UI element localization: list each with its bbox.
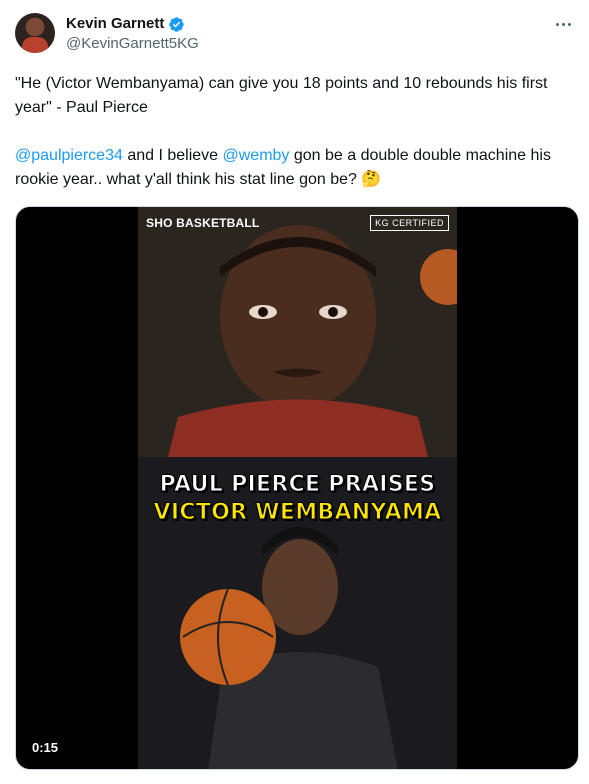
avatar[interactable] xyxy=(15,13,55,53)
video-headline-line1: PAUL PIERCE PRAISES xyxy=(159,472,436,498)
network-label: SHO BASKETBALL xyxy=(146,216,260,230)
author-handle[interactable]: @KevinGarnett5KG xyxy=(66,34,199,54)
tweet: Kevin Garnett @KevinGarnett5KG "He (Vict… xyxy=(0,0,589,784)
video-frame[interactable]: SHO BASKETBALL KG CERTIFIED PAUL PIERCE … xyxy=(138,207,457,769)
verified-badge-icon xyxy=(169,16,185,32)
video-duration: 0:15 xyxy=(26,738,65,757)
more-options-icon[interactable] xyxy=(553,14,573,34)
video-top-bar: SHO BASKETBALL KG CERTIFIED xyxy=(138,207,457,243)
author-name-row: Kevin Garnett xyxy=(66,14,185,34)
video-headline-line2: VICTOR WEMBANYAMA xyxy=(153,500,442,526)
tweet-text-mid: and I believe xyxy=(122,147,223,164)
mention-paulpierce34[interactable]: @paulpierce34 xyxy=(15,147,123,164)
tweet-quote: "He (Victor Wembanyama) can give you 18 … xyxy=(15,75,548,116)
mention-wemby[interactable]: @wemby xyxy=(223,147,290,164)
tweet-text: "He (Victor Wembanyama) can give you 18 … xyxy=(15,72,575,192)
author-display-name[interactable]: Kevin Garnett xyxy=(66,14,164,34)
kg-certified-badge: KG CERTIFIED xyxy=(370,215,449,231)
tweet-body: @paulpierce34 and I believe @wemby gon b… xyxy=(15,144,575,192)
video-player[interactable]: SHO BASKETBALL KG CERTIFIED PAUL PIERCE … xyxy=(15,206,579,770)
